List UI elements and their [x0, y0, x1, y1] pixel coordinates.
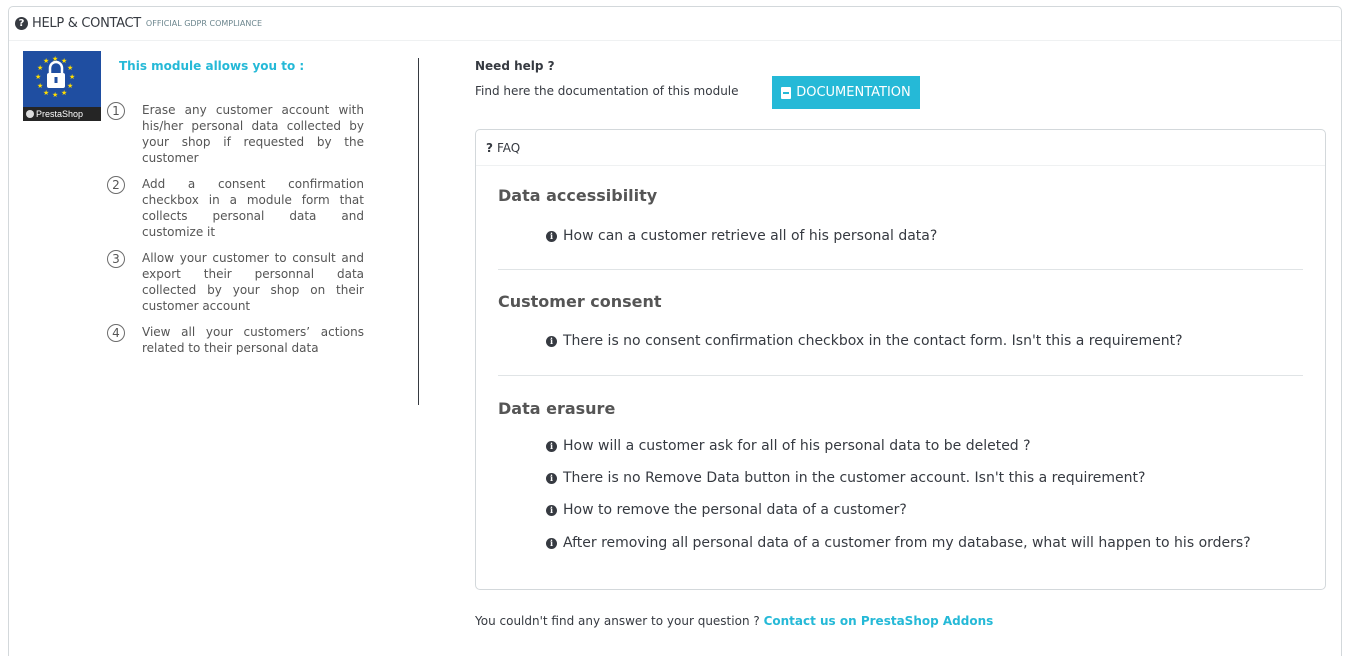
svg-text:★: ★: [67, 82, 73, 90]
faq-question-text: How will a customer ask for all of his p…: [563, 438, 1031, 454]
panel-subtitle: OFFICIAL GDPR COMPLIANCE: [145, 19, 263, 28]
faq-question[interactable]: i How can a customer retrieve all of his…: [546, 228, 937, 244]
faq-question-text: How can a customer retrieve all of his p…: [563, 228, 938, 244]
faq-category-title: Data erasure: [498, 399, 616, 418]
svg-text:★: ★: [37, 64, 43, 72]
faq-heading: ? FAQ: [476, 130, 1325, 166]
number-circle-icon: 2: [107, 176, 125, 194]
faq-title: FAQ: [496, 140, 521, 155]
panel-title: HELP & CONTACT: [32, 16, 141, 31]
faq-question[interactable]: i How will a customer ask for all of his…: [546, 438, 1031, 454]
info-icon: i: [546, 230, 557, 242]
svg-text:★: ★: [43, 57, 49, 65]
book-icon: [781, 86, 792, 99]
feature-text: Allow your customer to consult and expor…: [142, 251, 364, 313]
faq-panel: ? FAQ Data accessibility i How can a cus…: [475, 129, 1326, 590]
info-icon: i: [546, 335, 557, 347]
module-allows-title: This module allows you to :: [119, 59, 305, 73]
faq-question[interactable]: i There is no Remove Data button in the …: [546, 470, 1145, 486]
info-icon: i: [546, 440, 557, 452]
faq-question-text: How to remove the personal data of a cus…: [563, 502, 907, 518]
feature-item: 2 Add a consent confirmation checkbox in…: [107, 176, 367, 240]
feature-text: Erase any customer account with his/her …: [142, 103, 364, 165]
documentation-text: Find here the documentation of this modu…: [475, 84, 739, 98]
svg-text:★: ★: [61, 89, 67, 97]
svg-text:★: ★: [43, 89, 49, 97]
feature-item: 4 View all your customers’ actions relat…: [107, 324, 367, 356]
feature-item: 3 Allow your customer to consult and exp…: [107, 250, 367, 314]
faq-category-title: Customer consent: [498, 292, 662, 311]
svg-text:★: ★: [69, 73, 75, 81]
svg-text:★: ★: [35, 73, 41, 81]
column-divider: [418, 58, 419, 405]
faq-question[interactable]: i There is no consent confirmation check…: [546, 333, 1183, 349]
question-circle-icon: ?: [15, 17, 28, 30]
feature-item: 1 Erase any customer account with his/he…: [107, 102, 367, 166]
documentation-button[interactable]: DOCUMENTATION: [772, 76, 920, 109]
faq-question-text: There is no Remove Data button in the cu…: [563, 470, 1146, 486]
faq-question[interactable]: i How to remove the personal data of a c…: [546, 502, 907, 518]
panel-heading: ? HELP & CONTACT OFFICIAL GDPR COMPLIANC…: [9, 7, 1341, 41]
faq-question-text: After removing all personal data of a cu…: [563, 535, 1251, 551]
feature-text: Add a consent confirmation checkbox in a…: [142, 177, 364, 239]
number-circle-icon: 1: [107, 102, 125, 120]
number-circle-icon: 4: [107, 324, 125, 342]
contact-addons-link[interactable]: Contact us on PrestaShop Addons: [764, 614, 994, 628]
module-logo: ★ ★ ★ ★ ★ ★ ★ ★ ★ ★ ★ ★ PrestaShop: [23, 51, 101, 121]
faq-question[interactable]: i After removing all personal data of a …: [546, 535, 1251, 551]
faq-divider: [498, 375, 1303, 376]
info-icon: i: [546, 504, 557, 516]
prestashop-mascot-icon: [26, 110, 34, 118]
feature-text: View all your customers’ actions related…: [142, 325, 364, 355]
footer-help-line: You couldn't find any answer to your que…: [475, 614, 993, 628]
eu-stars-lock-icon: ★ ★★ ★★★ ★★★ ★★★: [35, 55, 75, 99]
feature-list: 1 Erase any customer account with his/he…: [107, 102, 367, 366]
svg-text:★: ★: [37, 82, 43, 90]
prestashop-logo-text: PrestaShop: [36, 109, 84, 119]
prestashop-logo: PrestaShop: [23, 107, 101, 121]
question-mark-icon: ?: [486, 140, 493, 155]
svg-text:★: ★: [52, 91, 58, 99]
need-help-title: Need help ?: [475, 59, 555, 73]
footer-question-text: You couldn't find any answer to your que…: [475, 614, 760, 628]
svg-text:★: ★: [67, 64, 73, 72]
info-icon: i: [546, 537, 557, 549]
documentation-button-label: DOCUMENTATION: [796, 85, 911, 100]
number-circle-icon: 3: [107, 250, 125, 268]
faq-question-text: There is no consent confirmation checkbo…: [563, 333, 1183, 349]
info-icon: i: [546, 472, 557, 484]
faq-divider: [498, 269, 1303, 270]
faq-category-title: Data accessibility: [498, 186, 658, 205]
